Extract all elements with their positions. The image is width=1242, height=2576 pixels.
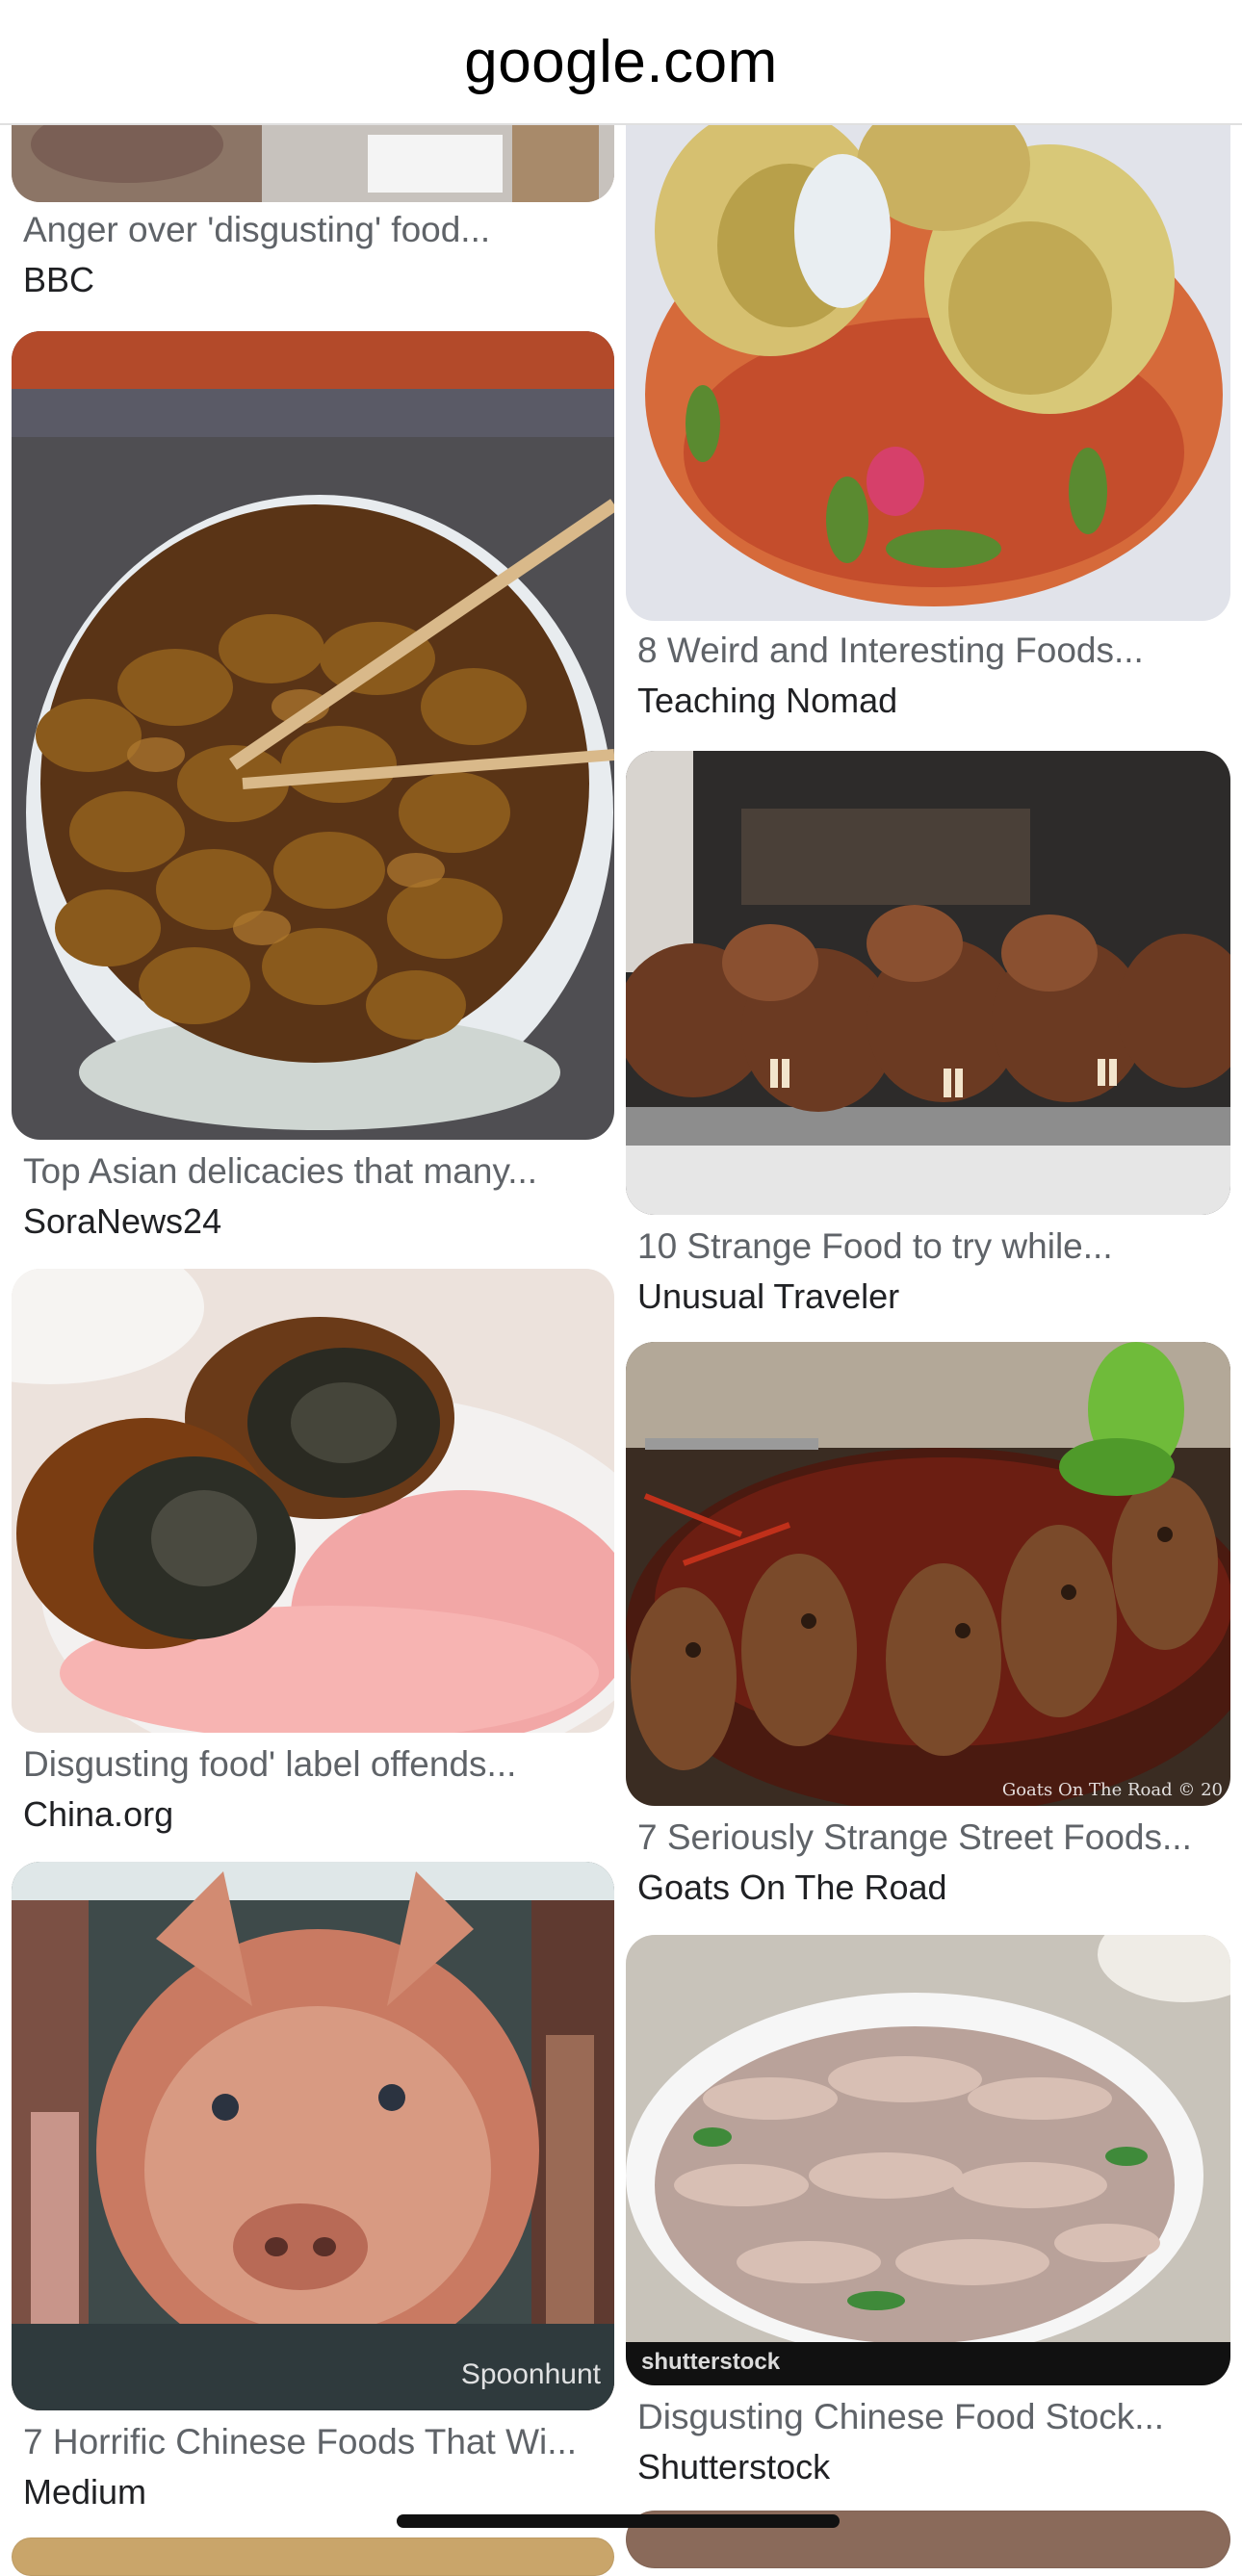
result-title[interactable]: 8 Weird and Interesting Foods... [637,631,1144,671]
rabbit-heads-photo[interactable] [626,751,1230,1215]
next-result-photo[interactable] [12,2537,614,2576]
domain-label: google.com [464,28,778,95]
balut-eggs-photo[interactable] [626,87,1230,621]
result-title[interactable]: 7 Horrific Chinese Foods That Wi... [23,2422,577,2462]
image-result-card[interactable]: shutterstock Disgusting Chinese Food Sto… [626,1935,1230,2532]
result-title[interactable]: 7 Seriously Strange Street Foods... [637,1817,1192,1858]
result-source: Unusual Traveler [637,1276,900,1316]
watermark: Goats On The Road © 20 [1001,1780,1223,1800]
image-result-card[interactable]: Spoonhunt 7 Horrific Chinese Foods That … [12,1862,614,2514]
intestines-photo[interactable]: shutterstock [626,1935,1230,2385]
image-result-card[interactable]: Goats On The Road © 20 7 Seriously Stran… [626,1342,1230,1910]
century-eggs-photo[interactable] [12,1269,614,1733]
home-indicator[interactable] [397,2514,840,2528]
result-source: Shutterstock [637,2447,831,2486]
pig-head-photo[interactable]: Spoonhunt [12,1862,614,2410]
watermark: shutterstock [641,2349,781,2375]
result-source: China.org [23,1794,174,1834]
image-result-card[interactable]: Top Asian delicacies that many... SoraNe… [12,331,614,1246]
watermark: Spoonhunt [460,2358,601,2390]
result-title[interactable]: Top Asian delicacies that many... [23,1151,537,1192]
result-source: SoraNews24 [23,1201,222,1241]
result-source: Goats On The Road [637,1868,947,1907]
image-result-card[interactable]: 10 Strange Food to try while... Unusual … [626,751,1230,1319]
duck-heads-photo[interactable]: Goats On The Road © 20 [626,1342,1230,1806]
address-bar[interactable]: google.com [0,0,1242,125]
result-source: BBC [23,260,95,299]
image-result-card[interactable]: Disgusting food' label offends... China.… [12,1269,614,1837]
result-source: Teaching Nomad [637,681,898,720]
silkworm-pupae-photo[interactable] [12,331,614,1140]
result-source: Medium [23,2472,147,2512]
result-title[interactable]: Disgusting Chinese Food Stock... [637,2397,1164,2437]
result-title[interactable]: Disgusting food' label offends... [23,1744,516,1785]
result-title[interactable]: Anger over 'disgusting' food... [23,210,490,250]
result-title[interactable]: 10 Strange Food to try while... [637,1226,1113,1267]
